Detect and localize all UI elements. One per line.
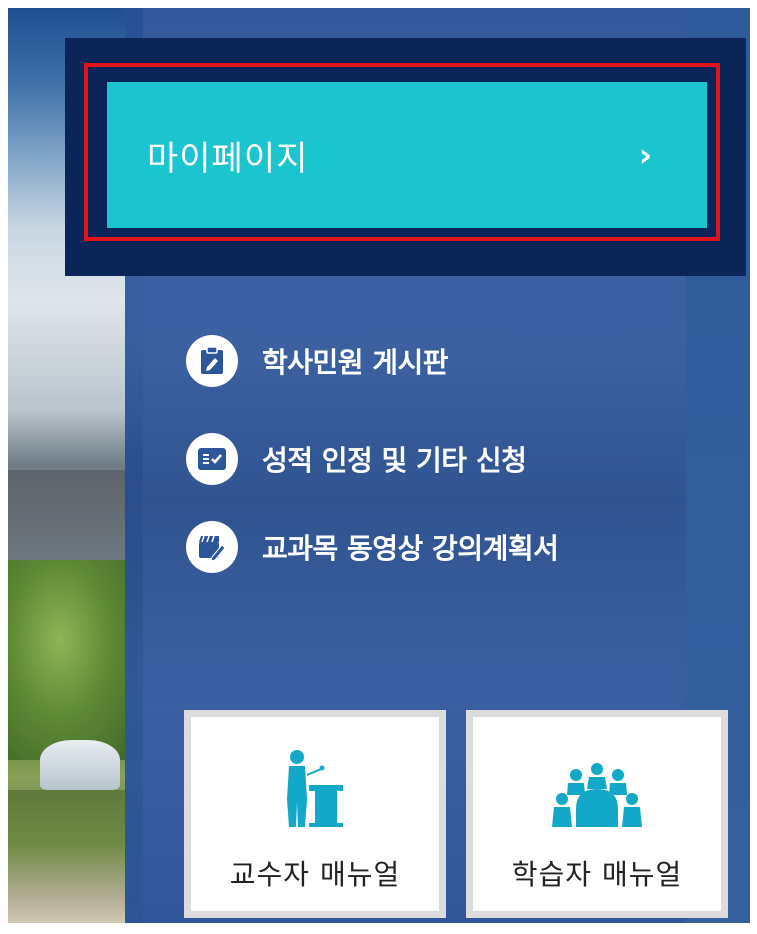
learner-manual-card[interactable]: 학습자 매뉴얼 (466, 710, 728, 918)
mypage-label: 마이페이지 (147, 138, 309, 179)
mypage-button[interactable]: 마이페이지 › (107, 82, 707, 228)
link-label: 성적 인정 및 기타 신청 (262, 444, 527, 477)
link-label: 학사민원 게시판 (262, 346, 449, 379)
learners-group-icon (552, 747, 642, 827)
clapperboard-icon (186, 521, 238, 573)
card-label: 학습자 매뉴얼 (511, 858, 683, 891)
background-ground (8, 790, 138, 923)
link-academic-complaints-board[interactable]: 학사민원 게시판 (186, 335, 449, 387)
edit-clipboard-icon (186, 335, 238, 387)
checklist-icon (186, 433, 238, 485)
background-fountain (40, 740, 120, 790)
lecturer-podium-icon (285, 747, 345, 827)
panel-shade (125, 330, 686, 710)
link-course-video-syllabus[interactable]: 교과목 동영상 강의계획서 (186, 521, 559, 573)
card-label: 교수자 매뉴얼 (229, 858, 401, 891)
link-label: 교과목 동영상 강의계획서 (262, 532, 559, 565)
chevron-right-icon: › (638, 136, 652, 174)
lecturer-manual-card[interactable]: 교수자 매뉴얼 (184, 710, 446, 918)
link-grade-recognition-request[interactable]: 성적 인정 및 기타 신청 (186, 433, 527, 485)
background-trees (8, 560, 138, 760)
